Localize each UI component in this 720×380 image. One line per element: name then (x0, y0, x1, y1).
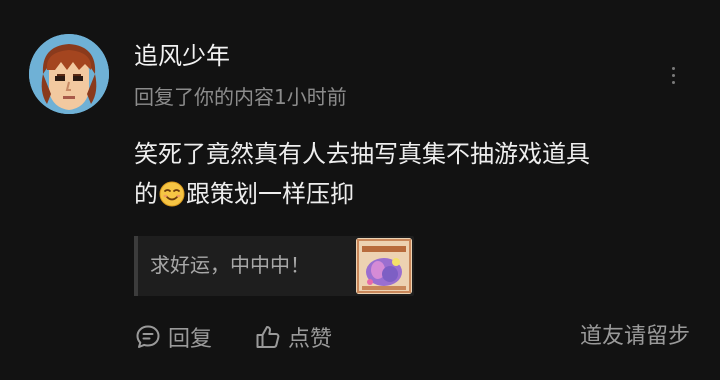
thumbs-up-icon (256, 326, 280, 348)
smiling-face-emoji-icon (159, 181, 185, 207)
avatar-image (29, 34, 109, 114)
reply-meta: 回复了你的内容1小时前 (134, 85, 347, 109)
chat-bubble-icon (136, 325, 160, 348)
comment-card: 追风少年 回复了你的内容1小时前 笑死了竟然真有人去抽写真集不抽游戏道具 的 跟… (0, 0, 720, 380)
dot (671, 80, 675, 84)
comment-actions: 回复 点赞 (134, 322, 332, 352)
quoted-content[interactable]: 求好运，中中中！ (134, 236, 414, 296)
reply-button[interactable]: 回复 (134, 321, 212, 353)
quote-text: 求好运，中中中！ (150, 253, 310, 277)
like-label: 点赞 (288, 327, 333, 352)
comment-text-line2-end: 跟策划一样压抑 (186, 180, 354, 208)
dot (671, 73, 675, 77)
reply-label: 回复 (168, 327, 213, 352)
footer-note[interactable]: 道友请留步 (580, 322, 690, 352)
comment-text-line2-start: 的 (134, 180, 158, 208)
username[interactable]: 追风少年 (134, 40, 230, 72)
comment-text-line1: 笑死了竟然真有人去抽写真集不抽游戏道具 (134, 140, 590, 168)
thumbnail-image (356, 238, 412, 294)
more-options-icon[interactable] (660, 60, 686, 90)
quote-thumbnail[interactable] (356, 238, 412, 294)
quote-bar (134, 236, 138, 296)
avatar[interactable] (29, 34, 109, 114)
comment-text: 笑死了竟然真有人去抽写真集不抽游戏道具 的 跟策划一样压抑 (134, 134, 694, 214)
dot (671, 66, 675, 70)
like-button[interactable]: 点赞 (254, 321, 332, 353)
